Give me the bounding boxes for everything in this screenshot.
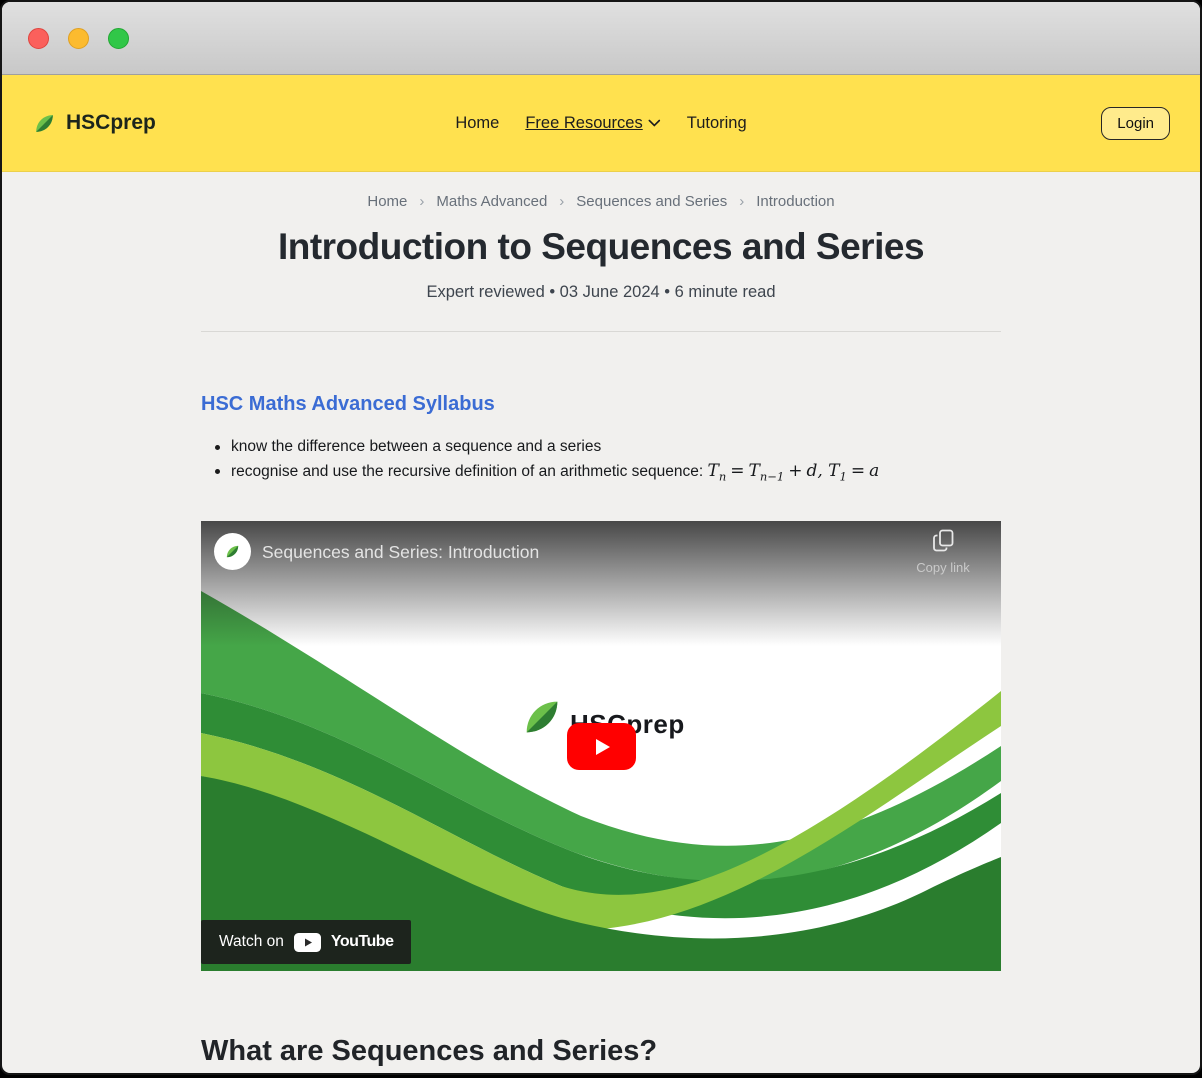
leaf-logo-icon (32, 110, 57, 137)
close-button[interactable] (28, 28, 49, 49)
syllabus-item-text: recognise and use the recursive definiti… (231, 463, 703, 480)
play-icon (590, 736, 614, 758)
article-meta: Expert reviewed • 03 June 2024 • 6 minut… (201, 283, 1001, 302)
nav-free-resources[interactable]: Free Resources (525, 114, 660, 133)
play-button[interactable] (567, 723, 636, 770)
breadcrumb-separator: › (559, 193, 564, 210)
breadcrumb-home[interactable]: Home (367, 193, 407, 210)
breadcrumb: Home › Maths Advanced › Sequences and Se… (201, 193, 1001, 210)
syllabus-item: know the difference between a sequence a… (201, 435, 1001, 459)
video-title-link[interactable]: Sequences and Series: Introduction (262, 542, 539, 563)
page-title: Introduction to Sequences and Series (201, 226, 1001, 268)
window-titlebar (2, 2, 1200, 75)
minimize-button[interactable] (68, 28, 89, 49)
nav-free-resources-label: Free Resources (525, 114, 642, 133)
breadcrumb-maths-advanced[interactable]: Maths Advanced (436, 193, 547, 210)
chevron-down-icon (649, 119, 661, 127)
channel-leaf-icon (224, 542, 241, 561)
nav-home[interactable]: Home (455, 114, 499, 133)
video-top-gradient: Sequences and Series: Introduction Copy … (201, 521, 1001, 646)
nav-tutoring[interactable]: Tutoring (687, 114, 747, 133)
watch-on-label: Watch on (219, 933, 284, 951)
breadcrumb-current: Introduction (756, 193, 834, 210)
copy-link-button[interactable]: Copy link (905, 529, 981, 575)
login-button[interactable]: Login (1101, 107, 1170, 140)
syllabus-heading: HSC Maths Advanced Syllabus (201, 393, 1001, 416)
main-nav: Home Free Resources Tutoring (455, 114, 746, 133)
divider (201, 331, 1001, 332)
next-section-heading: What are Sequences and Series? (201, 1035, 1001, 1068)
watch-on-youtube-button[interactable]: Watch on YouTube (201, 920, 411, 964)
breadcrumb-separator: › (419, 193, 424, 210)
syllabus-item: recognise and use the recursive definiti… (201, 459, 1001, 488)
app-window: HSCprep Home Free Resources Tutoring Log… (0, 0, 1202, 1075)
arithmetic-sequence-formula: Tn=Tn−1+d, T1=a (707, 461, 879, 481)
site-header: HSCprep Home Free Resources Tutoring Log… (2, 75, 1200, 172)
article-content: Home › Maths Advanced › Sequences and Se… (201, 193, 1001, 1068)
youtube-wordmark: YouTube (331, 933, 394, 951)
youtube-play-icon (294, 933, 321, 952)
brand-logo[interactable]: HSCprep (32, 110, 156, 137)
copy-link-label: Copy link (916, 560, 969, 575)
brand-name: HSCprep (66, 111, 156, 135)
copy-icon (933, 529, 954, 552)
video-player[interactable]: HSCprep Sequences and Series: Introducti… (201, 521, 1001, 971)
syllabus-list: know the difference between a sequence a… (201, 435, 1001, 488)
syllabus-item-text: know the difference between a sequence a… (231, 438, 601, 455)
channel-avatar[interactable] (214, 533, 251, 570)
breadcrumb-separator: › (739, 193, 744, 210)
thumbnail-leaf-icon (519, 691, 565, 743)
breadcrumb-sequences-and-series[interactable]: Sequences and Series (576, 193, 727, 210)
zoom-button[interactable] (108, 28, 129, 49)
